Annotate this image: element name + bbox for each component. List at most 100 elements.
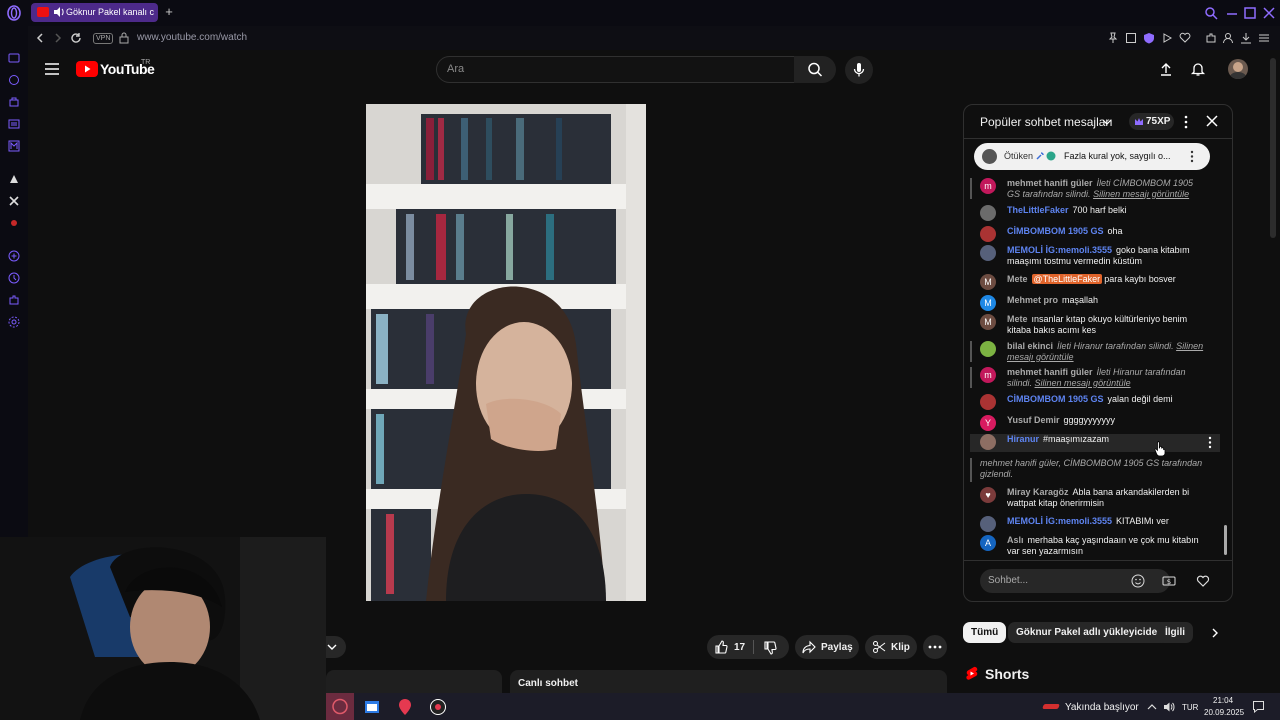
extensions-icon[interactable] — [1205, 32, 1217, 44]
chat-scrollbar[interactable] — [1224, 525, 1227, 555]
chevron-down-icon[interactable] — [1102, 117, 1112, 127]
emoji-icon[interactable] — [1131, 574, 1145, 588]
youtube-logo-icon[interactable] — [76, 61, 98, 77]
upload-icon[interactable] — [1158, 61, 1174, 77]
refresh-sidebar-icon[interactable] — [7, 73, 21, 87]
notification-center-icon[interactable] — [1252, 700, 1265, 713]
chat-avatar[interactable] — [980, 394, 996, 410]
vpn-badge[interactable]: VPN — [93, 33, 114, 44]
chat-mention[interactable]: @TheLittleFaker — [1031, 274, 1103, 284]
opera-logo-icon[interactable] — [6, 5, 22, 21]
player-icon[interactable] — [1161, 32, 1173, 44]
chip-all[interactable]: Tümü — [963, 622, 1007, 643]
tray-chevron-up-icon[interactable] — [1147, 702, 1157, 712]
pin-icon[interactable] — [1107, 32, 1119, 44]
reload-icon[interactable] — [70, 32, 82, 44]
settings-gear-icon[interactable] — [7, 315, 21, 329]
chat-avatar[interactable] — [980, 226, 996, 242]
dislike-icon[interactable] — [763, 641, 777, 655]
chat-author[interactable]: Mete — [1007, 274, 1028, 284]
crypto-wallet-icon[interactable] — [7, 95, 21, 109]
taskbar-app-pin-icon[interactable] — [397, 698, 413, 716]
chip-uploader[interactable]: Göknur Pakel adlı yükleyiciden — [1008, 622, 1172, 643]
search-input[interactable] — [436, 56, 796, 83]
chat-author[interactable]: CİMBOMBOM 1905 GS — [1007, 226, 1104, 236]
chat-avatar[interactable]: M — [980, 274, 996, 290]
news-icon[interactable] — [7, 117, 21, 131]
voice-search-button[interactable] — [845, 56, 873, 84]
close-window-icon[interactable] — [1262, 6, 1276, 20]
chat-avatar[interactable]: ♥ — [980, 487, 996, 503]
clock-time[interactable]: 21:04 — [1213, 696, 1233, 705]
pinned-message[interactable]: Ötüken Fazla kural yok, saygılı o... — [974, 143, 1210, 170]
add-icon[interactable] — [7, 249, 21, 263]
x-twitter-icon[interactable] — [7, 194, 21, 208]
forward-icon[interactable] — [52, 32, 64, 44]
weather-text[interactable]: Yakında başlıyor — [1065, 702, 1139, 713]
clock-date[interactable]: 20.09.2025 — [1204, 708, 1244, 717]
chat-author[interactable]: Aslı — [1007, 535, 1024, 545]
easy-setup-icon[interactable] — [1258, 32, 1270, 44]
lock-icon[interactable] — [119, 32, 129, 44]
close-chat-icon[interactable] — [1205, 114, 1219, 128]
chip-related[interactable]: İlgili — [1157, 622, 1193, 643]
start-button[interactable] — [326, 693, 354, 720]
aria-icon[interactable] — [7, 51, 21, 65]
chat-avatar[interactable]: M — [980, 295, 996, 311]
chat-author[interactable]: TheLittleFaker — [1007, 205, 1069, 215]
chat-avatar[interactable] — [980, 434, 996, 450]
collapse-button[interactable] — [326, 636, 346, 658]
chat-avatar[interactable] — [980, 516, 996, 532]
snapshot-icon[interactable] — [1125, 32, 1137, 44]
avatar[interactable] — [1228, 59, 1248, 79]
chat-message[interactable]: Hiranur #maaşımızazam — [970, 434, 1220, 452]
chat-avatar[interactable]: M — [980, 314, 996, 330]
chat-author[interactable]: mehmet hanifi güler — [1007, 178, 1093, 188]
tiktok-like-icon[interactable] — [7, 172, 21, 186]
chat-avatar[interactable]: m — [980, 178, 996, 194]
heart-reaction-icon[interactable] — [1196, 574, 1210, 588]
search-button[interactable] — [794, 56, 836, 83]
more-vertical-icon[interactable] — [1206, 436, 1214, 449]
minimize-icon[interactable] — [1225, 6, 1239, 20]
chat-author[interactable]: mehmet hanifi güler — [1007, 367, 1093, 377]
chat-author[interactable]: Mete — [1007, 314, 1028, 324]
browser-tab[interactable]: Göknur Pakel kanalı c — [31, 3, 158, 22]
profile-icon[interactable] — [1222, 32, 1234, 44]
extensions-sidebar-icon[interactable] — [7, 293, 21, 307]
download-icon[interactable] — [1240, 32, 1252, 44]
history-icon[interactable] — [7, 271, 21, 285]
chat-mode-selector[interactable]: Popüler sohbet mesajları — [980, 115, 1113, 129]
new-tab-button[interactable]: + — [162, 5, 176, 19]
show-deleted-link[interactable]: Silinen mesajı görüntüle — [1093, 189, 1189, 199]
chat-avatar[interactable] — [980, 205, 996, 221]
app-icon[interactable] — [7, 216, 21, 230]
weather-icon[interactable] — [1042, 704, 1060, 709]
show-deleted-link[interactable]: Silinen mesajı görüntüle — [1035, 378, 1131, 388]
chat-avatar[interactable]: A — [980, 535, 996, 551]
volume-icon[interactable] — [1163, 701, 1175, 713]
chat-author[interactable]: Miray Karagöz — [1007, 487, 1069, 497]
xp-badge[interactable]: 75XP — [1129, 113, 1174, 130]
more-vertical-icon[interactable] — [1188, 150, 1196, 163]
search-tabs-icon[interactable] — [1204, 6, 1218, 20]
video-player[interactable] — [366, 104, 646, 601]
back-icon[interactable] — [34, 32, 46, 44]
chat-avatar[interactable]: Y — [980, 415, 996, 431]
speaker-icon[interactable] — [53, 6, 65, 18]
chat-avatar[interactable] — [980, 341, 996, 357]
maximize-icon[interactable] — [1243, 6, 1257, 20]
chat-avatar[interactable]: m — [980, 367, 996, 383]
menu-icon[interactable] — [44, 62, 60, 76]
taskbar-app-record-icon[interactable] — [429, 698, 447, 716]
chat-author[interactable]: MEMOLİ İG:memoli.3555 — [1007, 245, 1112, 255]
heart-icon[interactable] — [1179, 32, 1191, 44]
taskbar-app-window-icon[interactable] — [364, 699, 380, 715]
messenger-icon[interactable] — [7, 139, 21, 153]
chat-avatar[interactable] — [980, 245, 996, 261]
chat-author[interactable]: Mehmet pro — [1007, 295, 1058, 305]
chat-author[interactable]: CİMBOMBOM 1905 GS — [1007, 394, 1104, 404]
like-icon[interactable] — [714, 640, 728, 654]
chat-author[interactable]: Hiranur — [1007, 434, 1039, 444]
notifications-bell-icon[interactable] — [1190, 61, 1206, 77]
